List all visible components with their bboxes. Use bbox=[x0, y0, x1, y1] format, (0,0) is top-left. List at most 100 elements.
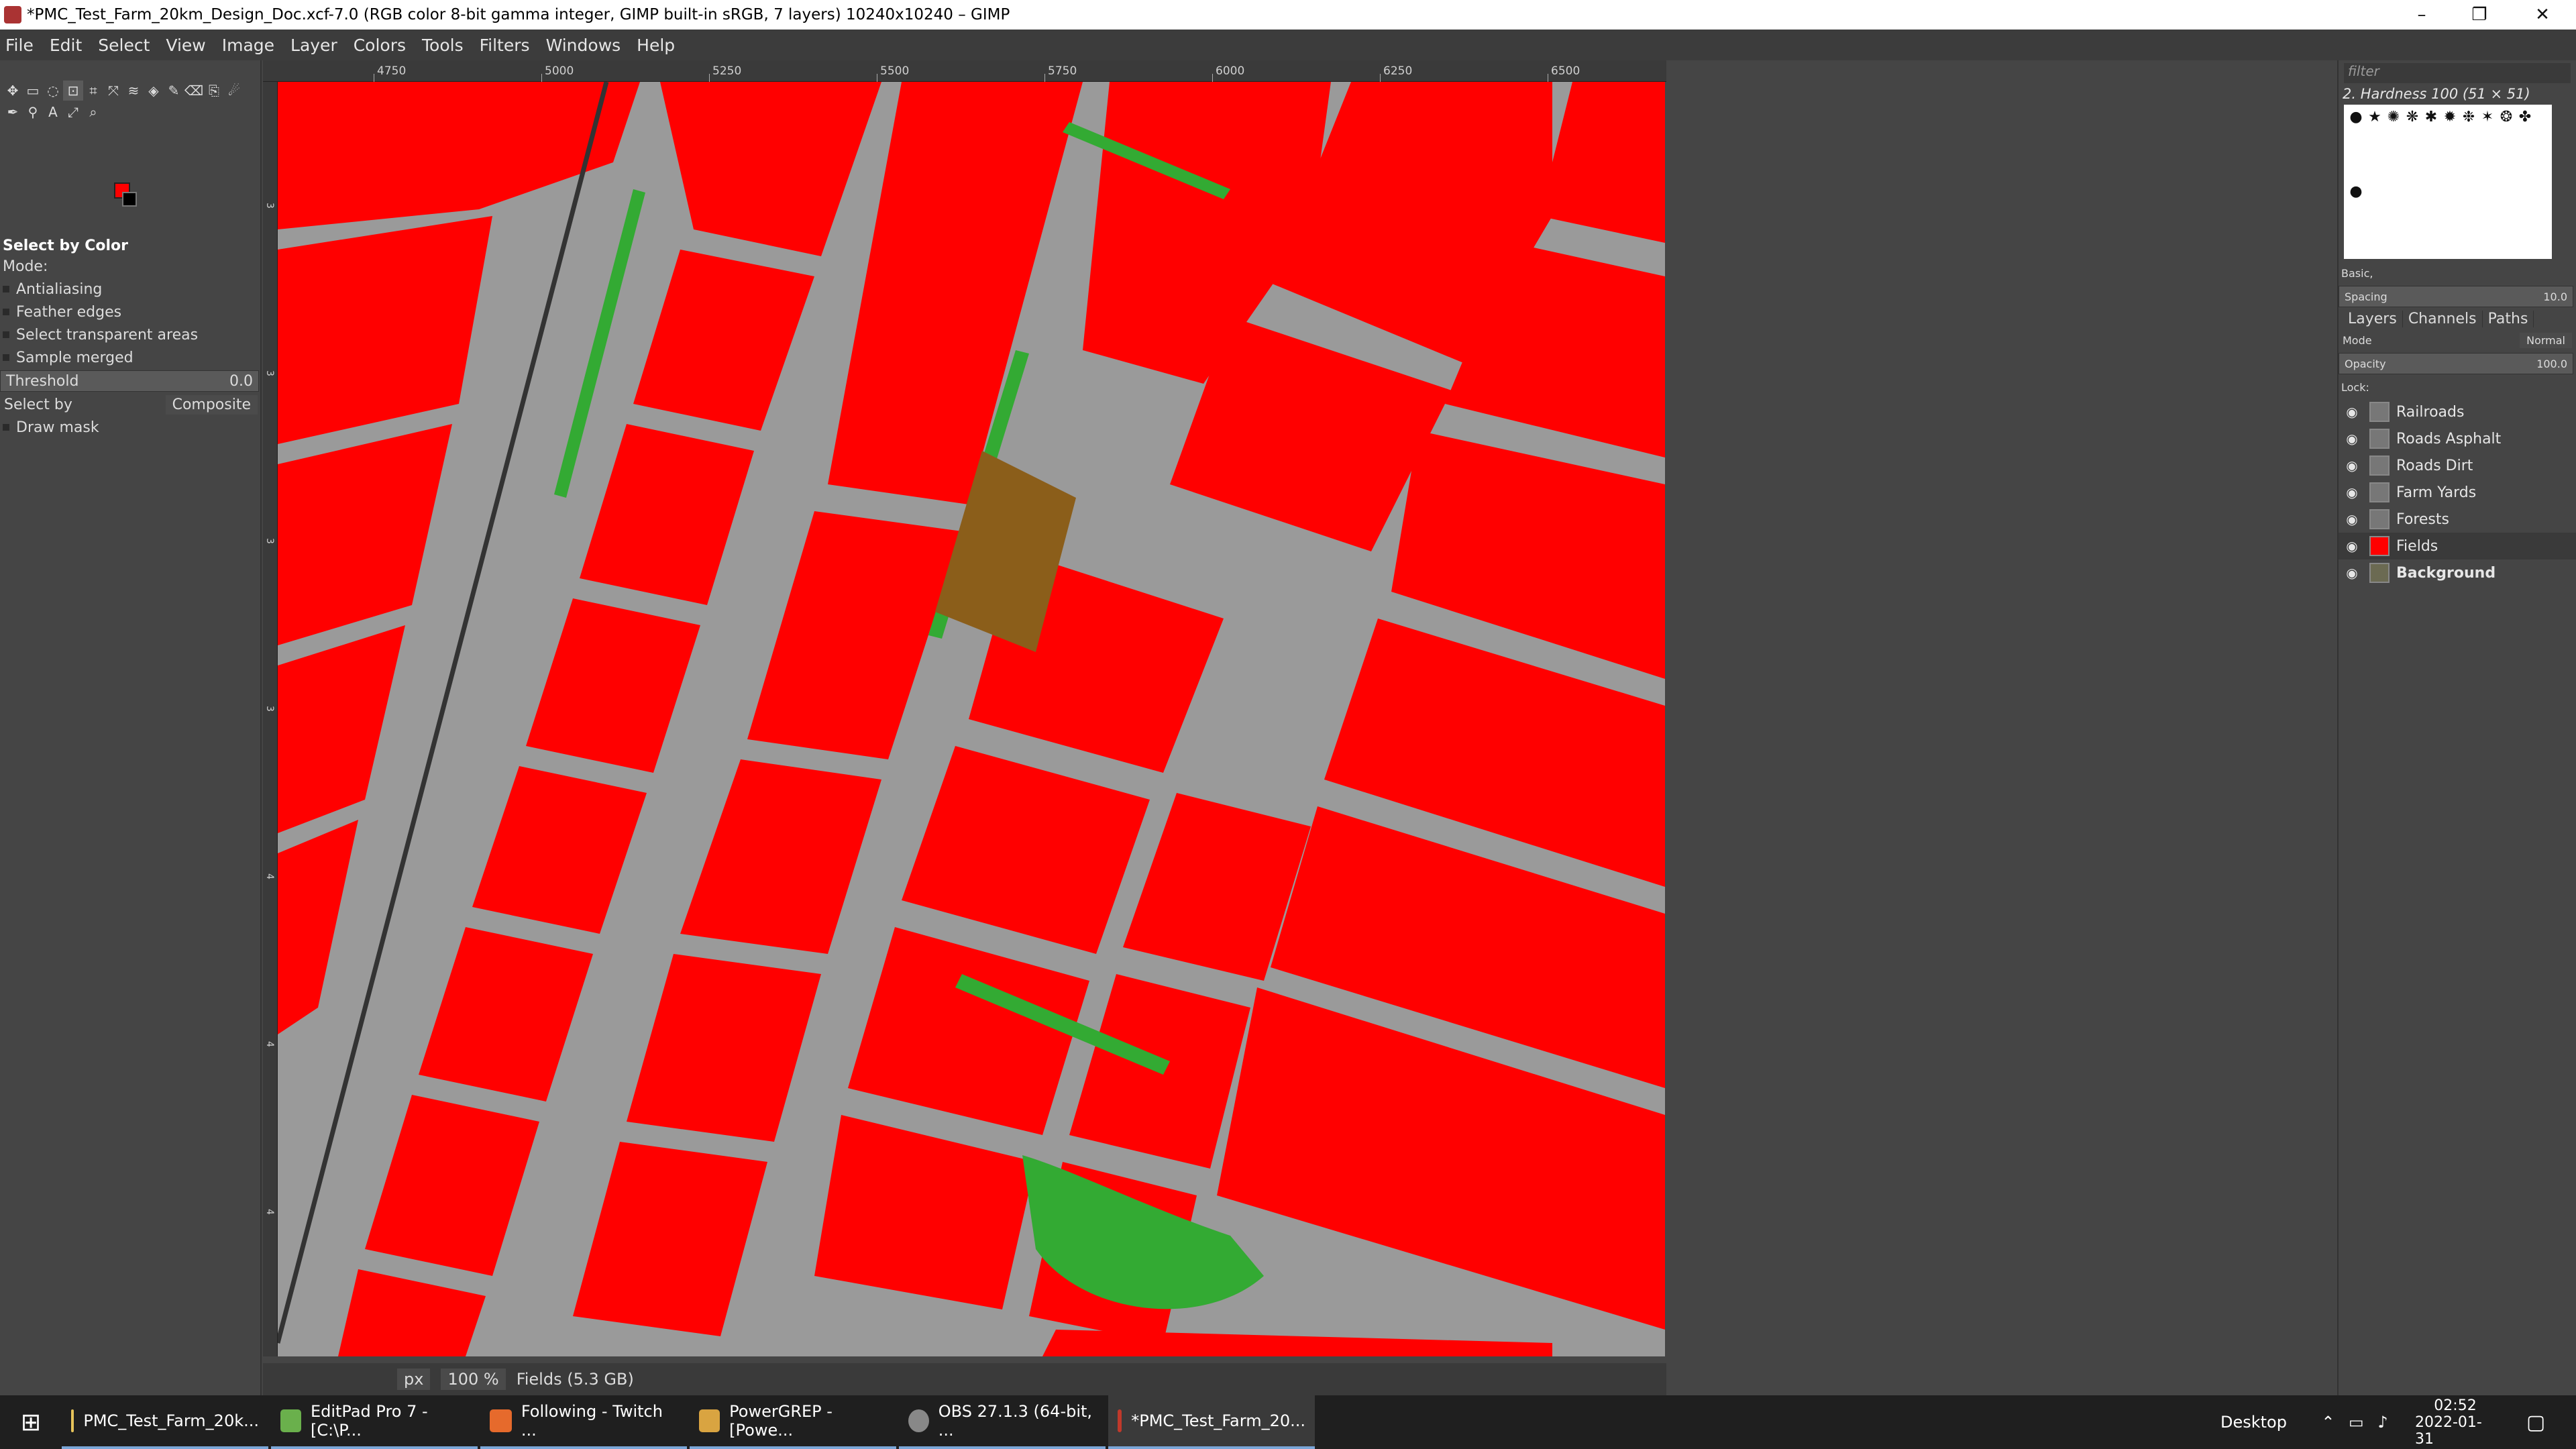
opacity-label: Opacity bbox=[2345, 357, 2386, 370]
network-icon[interactable]: ▭ bbox=[2349, 1413, 2364, 1432]
eye-icon[interactable]: ◉ bbox=[2339, 538, 2365, 554]
menu-help[interactable]: Help bbox=[629, 36, 683, 55]
brush-item[interactable]: ✱ bbox=[2422, 108, 2440, 125]
image-canvas[interactable] bbox=[278, 82, 1665, 1356]
select-by-color-tool-icon[interactable]: ⊡ bbox=[63, 80, 83, 101]
horizontal-ruler[interactable]: 4750 5000 5250 5500 5750 6000 6250 6500 bbox=[263, 60, 1666, 82]
select-by-combo[interactable]: Select by Composite bbox=[0, 393, 262, 416]
menu-filters[interactable]: Filters bbox=[472, 36, 538, 55]
zoom-selector[interactable]: 100 % bbox=[441, 1368, 506, 1390]
minimize-button[interactable]: – bbox=[2388, 0, 2455, 30]
brush-item[interactable]: ● bbox=[2347, 108, 2365, 125]
ruler-v-label: 4 bbox=[264, 873, 275, 879]
menu-layer[interactable]: Layer bbox=[282, 36, 345, 55]
menu-colors[interactable]: Colors bbox=[345, 36, 414, 55]
layer-thumbnail bbox=[2369, 482, 2390, 502]
layer-row[interactable]: ◉ Roads Asphalt bbox=[2339, 425, 2576, 452]
layer-mode-value: Normal bbox=[2520, 332, 2572, 348]
eraser-tool-icon[interactable]: ⌫ bbox=[184, 80, 204, 101]
taskbar-item[interactable]: EditPad Pro 7 - [C:\P... bbox=[271, 1395, 478, 1449]
volume-icon[interactable]: ♪ bbox=[2377, 1413, 2387, 1432]
tab-paths[interactable]: Paths bbox=[2483, 310, 2534, 327]
tab-layers[interactable]: Layers bbox=[2343, 310, 2403, 327]
brush-item[interactable]: ● bbox=[2347, 182, 2365, 200]
select-transparent-checkbox[interactable]: Select transparent areas bbox=[0, 323, 262, 346]
menu-windows[interactable]: Windows bbox=[538, 36, 629, 55]
layer-row-selected[interactable]: ◉ Fields bbox=[2339, 533, 2576, 559]
desktop-toolbar[interactable]: Desktop bbox=[2220, 1395, 2287, 1449]
zoom-tool-icon[interactable]: ⌕ bbox=[83, 102, 103, 122]
layer-row[interactable]: ◉ Railroads bbox=[2339, 398, 2576, 425]
unit-selector[interactable]: px bbox=[397, 1368, 431, 1390]
move-tool-icon[interactable]: ✥ bbox=[3, 80, 23, 101]
notification-icon[interactable]: ▢ bbox=[2516, 1395, 2556, 1449]
menu-file[interactable]: File bbox=[0, 36, 42, 55]
brush-item[interactable]: ✶ bbox=[2479, 108, 2496, 125]
smudge-tool-icon[interactable]: ☄ bbox=[224, 80, 244, 101]
brush-item[interactable]: ★ bbox=[2366, 108, 2383, 125]
brush-item[interactable]: ✹ bbox=[2441, 108, 2459, 125]
paths-tool-icon[interactable]: ✒ bbox=[3, 102, 23, 122]
clone-tool-icon[interactable]: ⎘ bbox=[204, 80, 224, 101]
start-icon[interactable]: ⊞ bbox=[0, 1395, 62, 1449]
close-button[interactable]: ✕ bbox=[2509, 0, 2576, 30]
window-titlebar: *PMC_Test_Farm_20km_Design_Doc.xcf-7.0 (… bbox=[0, 0, 2576, 30]
menu-image[interactable]: Image bbox=[214, 36, 282, 55]
spacing-slider[interactable]: Spacing 10.0 bbox=[2339, 286, 2573, 307]
text-tool-icon[interactable]: A bbox=[43, 102, 63, 122]
bucket-fill-tool-icon[interactable]: ◈ bbox=[144, 80, 164, 101]
layer-row[interactable]: ◉ Forests bbox=[2339, 506, 2576, 533]
taskbar-item-active[interactable]: *PMC_Test_Farm_20... bbox=[1108, 1395, 1315, 1449]
feather-edges-checkbox[interactable]: Feather edges bbox=[0, 301, 262, 323]
taskbar-item[interactable]: PMC_Test_Farm_20k... bbox=[62, 1395, 268, 1449]
brush-tool-icon[interactable]: ✎ bbox=[164, 80, 184, 101]
brush-grid[interactable]: ● ★ ✺ ❋ ✱ ✹ ❉ ✶ ❂ ✤ ● bbox=[2344, 105, 2552, 259]
menu-view[interactable]: View bbox=[158, 36, 213, 55]
antialiasing-checkbox[interactable]: Antialiasing bbox=[0, 278, 262, 301]
taskbar-item[interactable]: OBS 27.1.3 (64-bit, ... bbox=[899, 1395, 1106, 1449]
eye-icon[interactable]: ◉ bbox=[2339, 565, 2365, 581]
measure-tool-icon[interactable]: ⚲ bbox=[23, 102, 43, 122]
threshold-label: Threshold bbox=[6, 372, 79, 390]
menu-edit[interactable]: Edit bbox=[42, 36, 90, 55]
menu-select[interactable]: Select bbox=[90, 36, 158, 55]
gimp-app-icon bbox=[4, 6, 21, 23]
brush-item[interactable]: ❋ bbox=[2404, 108, 2421, 125]
eye-icon[interactable]: ◉ bbox=[2339, 511, 2365, 527]
tab-channels[interactable]: Channels bbox=[2403, 310, 2483, 327]
opacity-slider[interactable]: Opacity 100.0 bbox=[2339, 353, 2573, 374]
eye-icon[interactable]: ◉ bbox=[2339, 404, 2365, 420]
taskbar-item[interactable]: PowerGREP - [Powe... bbox=[690, 1395, 896, 1449]
maximize-button[interactable]: ❐ bbox=[2446, 0, 2513, 30]
draw-mask-checkbox[interactable]: Draw mask bbox=[0, 416, 262, 439]
sample-merged-label: Sample merged bbox=[16, 349, 133, 366]
chevron-up-icon[interactable]: ⌃ bbox=[2321, 1413, 2334, 1432]
clock[interactable]: 02:52 2022-01-31 bbox=[2415, 1395, 2496, 1449]
brush-item[interactable]: ✺ bbox=[2385, 108, 2402, 125]
background-color-swatch[interactable] bbox=[122, 192, 137, 207]
layer-row[interactable]: ◉ Farm Yards bbox=[2339, 479, 2576, 506]
eye-icon[interactable]: ◉ bbox=[2339, 484, 2365, 500]
layer-mode-combo[interactable]: Mode Normal bbox=[2339, 329, 2576, 352]
vertical-ruler[interactable]: 3 3 3 3 4 4 4 bbox=[263, 82, 278, 1356]
menu-tools[interactable]: Tools bbox=[414, 36, 472, 55]
brush-item[interactable]: ✤ bbox=[2516, 108, 2534, 125]
brush-item[interactable]: ❉ bbox=[2460, 108, 2477, 125]
eye-icon[interactable]: ◉ bbox=[2339, 431, 2365, 447]
lasso-tool-icon[interactable]: ◌ bbox=[43, 80, 63, 101]
color-picker-tool-icon[interactable]: ⤢ bbox=[63, 102, 83, 122]
layer-row[interactable]: ◉ Background bbox=[2339, 559, 2576, 586]
transform-tool-icon[interactable]: ⤧ bbox=[103, 80, 123, 101]
sample-merged-checkbox[interactable]: Sample merged bbox=[0, 346, 262, 369]
brush-filter-input[interactable]: filter bbox=[2344, 63, 2571, 83]
warp-tool-icon[interactable]: ≋ bbox=[123, 80, 144, 101]
taskbar-item[interactable]: Following - Twitch ... bbox=[480, 1395, 687, 1449]
rect-select-tool-icon[interactable]: ▭ bbox=[23, 80, 43, 101]
mode-label: Mode: bbox=[3, 258, 48, 275]
brush-preset[interactable]: Basic, bbox=[2339, 262, 2576, 284]
layer-row[interactable]: ◉ Roads Dirt bbox=[2339, 452, 2576, 479]
brush-item[interactable]: ❂ bbox=[2498, 108, 2515, 125]
crop-tool-icon[interactable]: ⌗ bbox=[83, 80, 103, 101]
threshold-slider[interactable]: Threshold 0.0 bbox=[0, 370, 259, 392]
eye-icon[interactable]: ◉ bbox=[2339, 458, 2365, 474]
